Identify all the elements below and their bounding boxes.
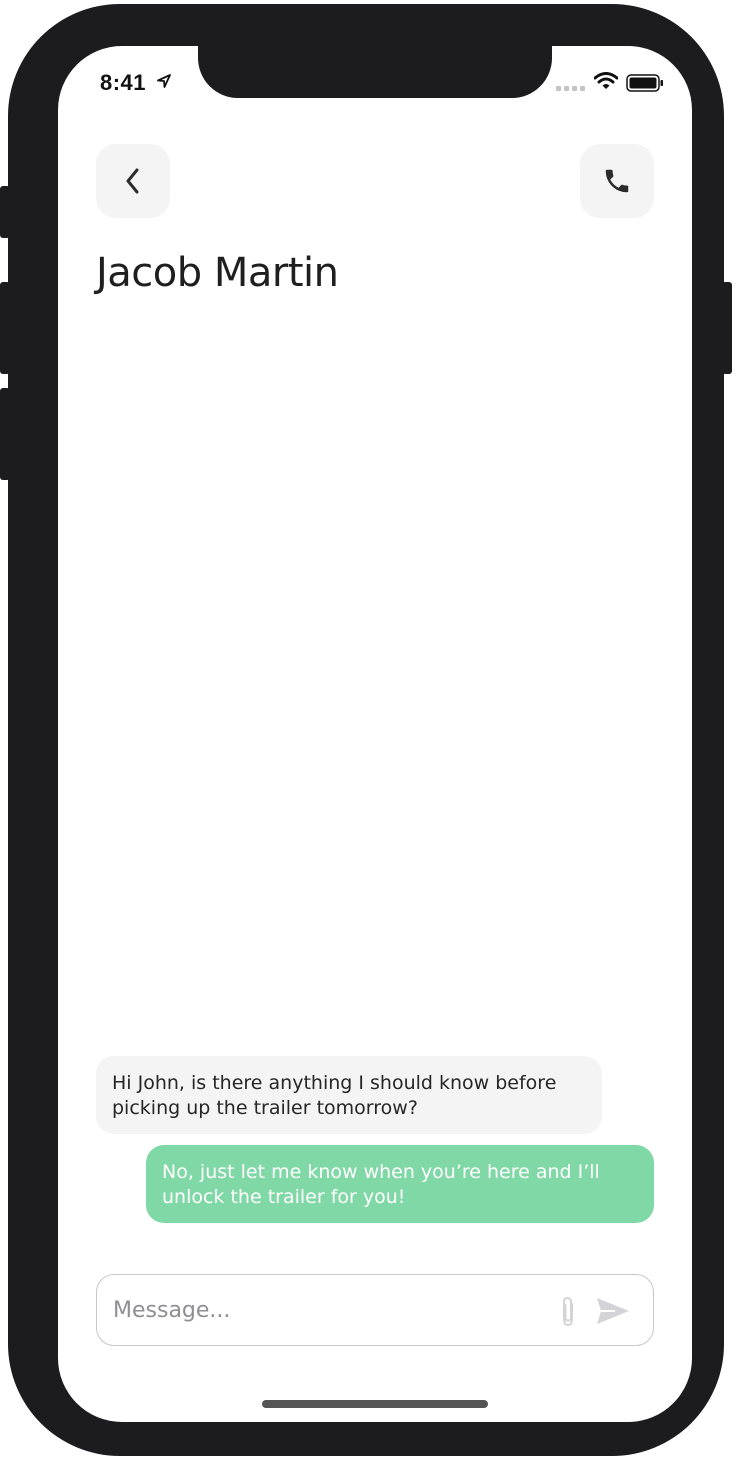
call-button[interactable] [580, 144, 654, 218]
message-input[interactable] [111, 1275, 535, 1346]
chevron-left-icon [126, 168, 139, 194]
status-time: 8:41 [100, 70, 147, 95]
phone-icon [605, 169, 629, 193]
back-button[interactable] [96, 144, 170, 218]
phone-frame: 8:41 Jacob Martin Hi John, is there anyt… [0, 4, 732, 1456]
wifi-icon [594, 72, 618, 89]
incoming-message-bubble: Hi John, is there anything I should know… [96, 1056, 602, 1134]
silent-switch [0, 186, 10, 238]
power-button [722, 282, 732, 374]
volume-down-button [0, 388, 10, 480]
app-screen: 8:41 Jacob Martin Hi John, is there anyt… [58, 46, 692, 1422]
paperclip-icon[interactable] [557, 1295, 579, 1329]
volume-up-button [0, 282, 10, 374]
send-icon[interactable] [595, 1296, 631, 1326]
outgoing-message-bubble: No, just let me know when you’re here an… [146, 1145, 654, 1223]
message-composer [96, 1274, 654, 1346]
home-indicator[interactable] [262, 1400, 488, 1408]
cellular-signal-icon [556, 86, 585, 91]
contact-name-title: Jacob Martin [96, 250, 339, 296]
battery-icon [626, 74, 663, 92]
device-notch [198, 46, 552, 98]
location-arrow-icon [157, 74, 171, 88]
